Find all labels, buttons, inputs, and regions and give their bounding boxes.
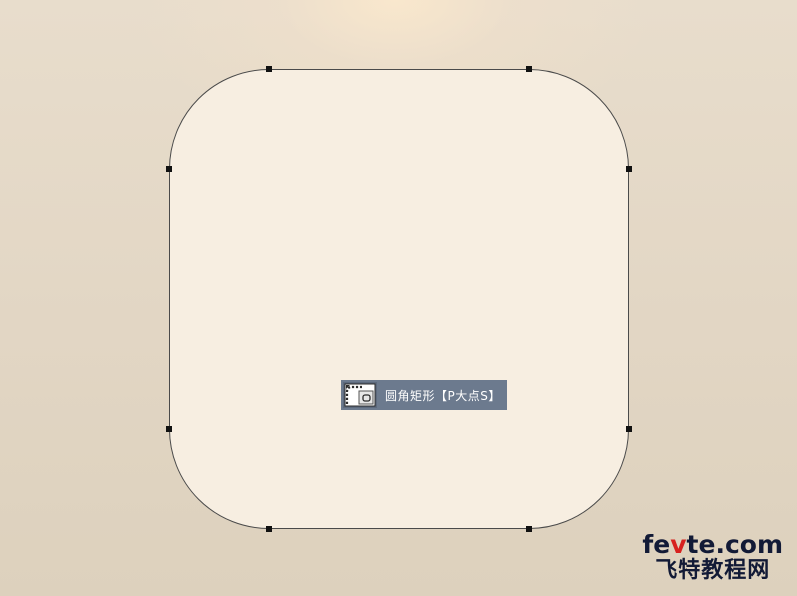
document-canvas[interactable]: 圆角矩形【P大点S】 fevte.com 飞特教程网	[0, 0, 797, 596]
rounded-rectangle-tool-icon	[343, 382, 377, 408]
anchor-point[interactable]	[626, 166, 632, 172]
rounded-rectangle-shape[interactable]	[169, 69, 629, 529]
anchor-point[interactable]	[526, 66, 532, 72]
tooltip-label: 圆角矩形【P大点S】	[385, 388, 501, 403]
tool-tooltip: 圆角矩形【P大点S】	[341, 380, 507, 410]
watermark-domain: fevte.com	[642, 530, 783, 559]
anchor-point[interactable]	[526, 526, 532, 532]
anchor-point[interactable]	[166, 166, 172, 172]
anchor-point[interactable]	[266, 526, 272, 532]
anchor-point[interactable]	[266, 66, 272, 72]
anchor-point[interactable]	[626, 426, 632, 432]
watermark-site-name: 飞特教程网	[655, 558, 771, 583]
site-watermark: fevte.com 飞特教程网	[642, 532, 783, 584]
anchor-point[interactable]	[166, 426, 172, 432]
